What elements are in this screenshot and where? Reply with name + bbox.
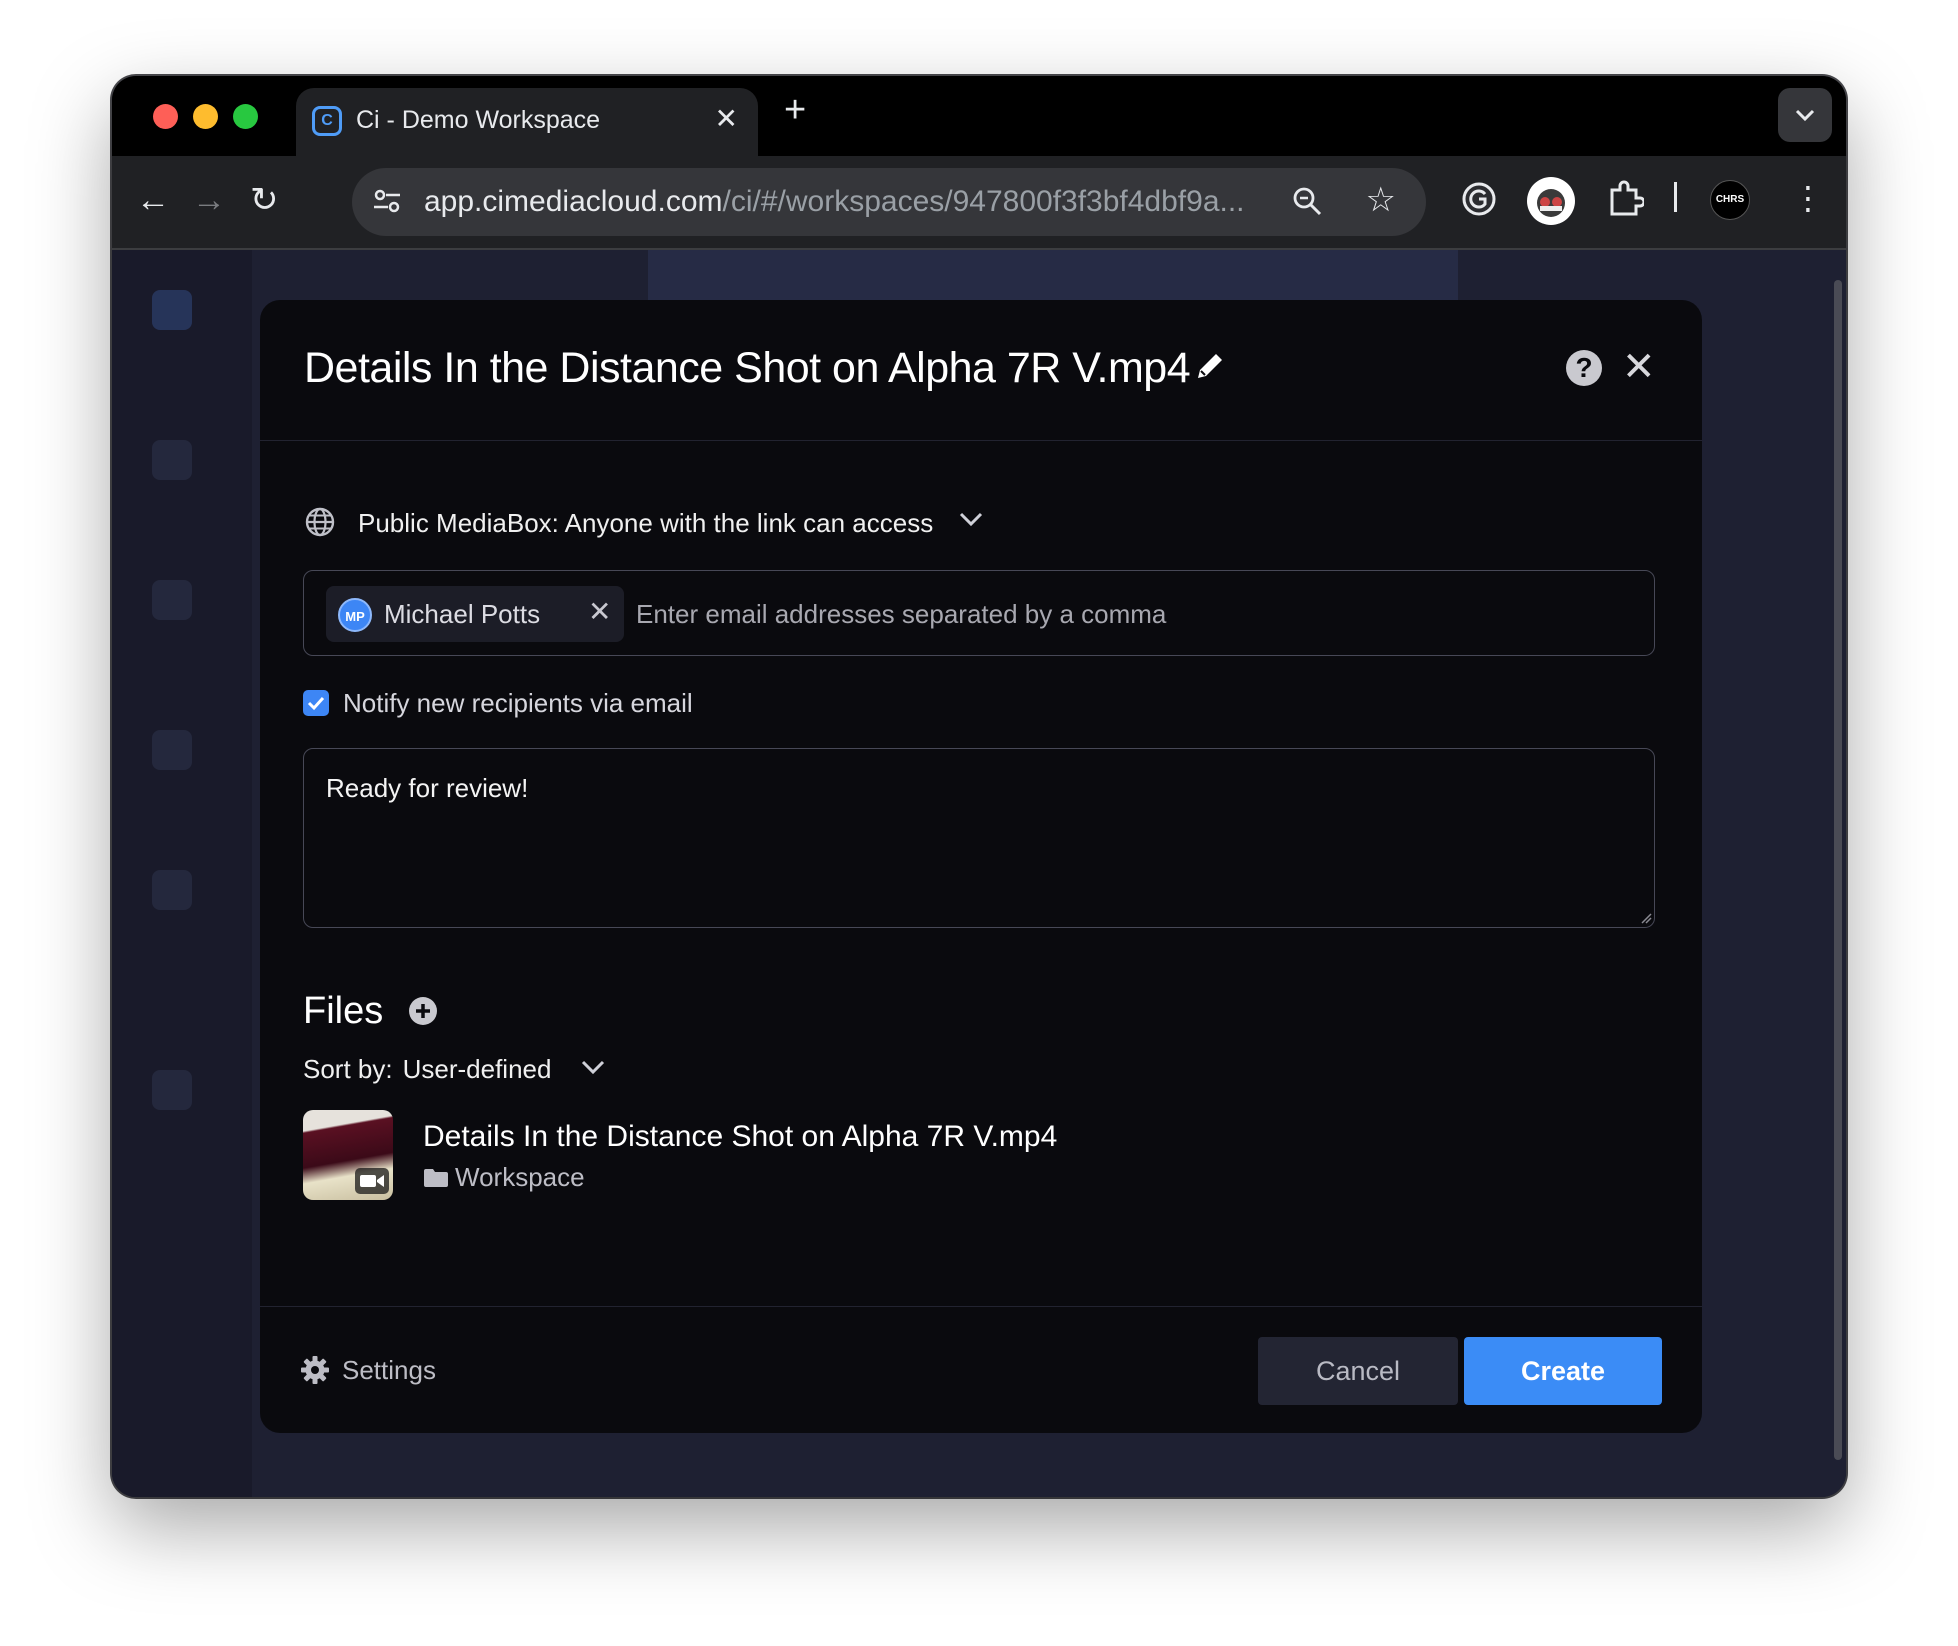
recipient-name: Michael Potts (384, 599, 541, 629)
sidebar-item (152, 1070, 192, 1110)
checkmark-icon (307, 696, 325, 711)
remove-recipient-icon[interactable]: ✕ (588, 595, 611, 628)
file-list-item[interactable]: Details In the Distance Shot on Alpha 7R… (303, 1110, 1203, 1202)
close-window-button[interactable] (153, 104, 178, 129)
video-camera-icon (355, 1168, 389, 1194)
app-sidebar (112, 250, 252, 1497)
message-textarea[interactable]: Ready for review! (303, 748, 1655, 928)
files-heading: Files (303, 990, 384, 1032)
email-input[interactable] (634, 591, 1628, 637)
edit-pencil-icon[interactable] (1192, 348, 1228, 384)
minimize-window-button[interactable] (193, 104, 218, 129)
notify-label: Notify new recipients via email (343, 688, 693, 718)
sidebar-item (152, 580, 192, 620)
zoom-icon[interactable] (1290, 184, 1324, 218)
chevron-down-icon (1795, 109, 1815, 122)
sidebar-logo (152, 290, 192, 330)
gear-icon (301, 1356, 329, 1384)
reload-icon[interactable]: ↻ (250, 180, 279, 220)
url-path: /ci/#/workspaces/947800f3f3bf4dbf9a... (722, 185, 1245, 218)
access-level-label: Public MediaBox: Anyone with the link ca… (358, 508, 934, 538)
close-icon[interactable]: ✕ (1622, 344, 1656, 390)
file-location-label: Workspace (455, 1162, 585, 1192)
address-bar[interactable]: app.cimediacloud.com/ci/#/workspaces/947… (352, 168, 1426, 236)
chevron-down-icon[interactable] (580, 1058, 606, 1076)
dialog-header: Details In the Distance Shot on Alpha 7R… (260, 300, 1702, 441)
sort-label: Sort by: (303, 1054, 393, 1084)
cancel-button[interactable]: Cancel (1258, 1337, 1458, 1405)
sort-control[interactable]: Sort by: User-defined (303, 1054, 551, 1085)
ci-favicon-icon: C (312, 106, 342, 136)
extensions-puzzle-icon[interactable] (1606, 180, 1644, 218)
sidebar-item (152, 870, 192, 910)
avatar: MP (338, 598, 372, 632)
sort-value: User-defined (402, 1054, 552, 1084)
bookmark-star-icon[interactable]: ☆ (1366, 180, 1396, 220)
tab-close-icon[interactable]: ✕ (715, 102, 738, 135)
dialog-title: Details In the Distance Shot on Alpha 7R… (304, 344, 1191, 392)
file-thumbnail (303, 1110, 393, 1200)
file-name: Details In the Distance Shot on Alpha 7R… (423, 1120, 1058, 1153)
chrs-extension-icon[interactable]: CHRS (1710, 180, 1750, 220)
profile-avatar-icon[interactable] (1526, 176, 1576, 226)
site-settings-icon[interactable] (370, 184, 404, 218)
settings-label: Settings (342, 1355, 436, 1385)
recipients-field[interactable]: MP Michael Potts ✕ (303, 570, 1655, 656)
maximize-window-button[interactable] (233, 104, 258, 129)
resize-grip-icon[interactable] (1640, 912, 1652, 924)
help-icon[interactable]: ? (1566, 350, 1602, 386)
browser-tab[interactable]: C Ci - Demo Workspace ✕ (296, 88, 758, 156)
sidebar-item (152, 730, 192, 770)
create-button[interactable]: Create (1464, 1337, 1662, 1405)
tab-strip: C Ci - Demo Workspace ✕ + (112, 76, 1846, 156)
url-text[interactable]: app.cimediacloud.com/ci/#/workspaces/947… (424, 185, 1245, 219)
add-file-icon[interactable] (408, 996, 438, 1026)
tab-search-button[interactable] (1778, 88, 1832, 142)
browser-window: C Ci - Demo Workspace ✕ + ← → ↻ app.cime… (112, 76, 1846, 1497)
grammarly-extension-icon[interactable] (1460, 180, 1498, 218)
url-host: app.cimediacloud.com (424, 185, 723, 218)
page-background: Details In the Distance Shot on Alpha 7R… (112, 250, 1846, 1497)
recipient-chip: MP Michael Potts ✕ (326, 586, 624, 642)
toolbar-divider (1674, 182, 1677, 212)
globe-icon (305, 507, 335, 537)
dialog-footer: Settings Cancel Create (260, 1306, 1702, 1433)
folder-icon (424, 1169, 448, 1187)
sidebar-item (152, 440, 192, 480)
page-scrollbar[interactable] (1834, 280, 1842, 1460)
back-arrow-icon[interactable]: ← (136, 180, 170, 220)
file-location: Workspace (423, 1162, 585, 1193)
forward-arrow-icon[interactable]: → (192, 180, 226, 220)
new-tab-button[interactable]: + (784, 90, 806, 130)
notify-checkbox[interactable] (303, 690, 329, 716)
browser-toolbar: ← → ↻ app.cimediacloud.com/ci/#/workspac… (112, 156, 1846, 250)
tab-title: Ci - Demo Workspace (356, 106, 601, 134)
browser-menu-icon[interactable]: ⋮ (1792, 178, 1824, 218)
share-mediabox-dialog: Details In the Distance Shot on Alpha 7R… (260, 300, 1702, 1433)
chevron-down-icon (959, 512, 983, 527)
